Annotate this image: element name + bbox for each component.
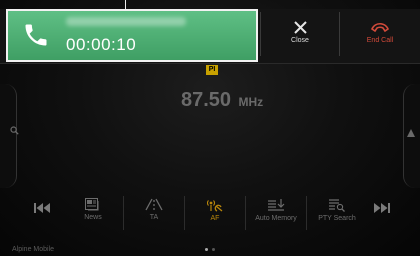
- page-dot: [212, 248, 215, 251]
- search-side-tab[interactable]: [0, 84, 17, 188]
- auto-memory-label: Auto Memory: [255, 215, 297, 222]
- close-button[interactable]: Close: [261, 9, 339, 63]
- ta-icon: [145, 198, 163, 211]
- pty-search-label: PTY Search: [318, 215, 356, 222]
- divider: [245, 196, 246, 230]
- af-icon: [207, 200, 223, 212]
- triangle-up-icon[interactable]: [407, 129, 415, 137]
- divider: [306, 196, 307, 230]
- caller-id-redacted: [66, 17, 186, 26]
- call-timer: 00:00:10: [66, 35, 137, 54]
- af-label: AF: [210, 215, 220, 222]
- callout-pointer: [125, 0, 126, 9]
- auto-memory-button[interactable]: Auto Memory: [248, 192, 304, 234]
- frequency-display: 87.50 MHz: [181, 89, 263, 112]
- ta-button[interactable]: TA: [126, 192, 182, 234]
- divider: [184, 196, 185, 230]
- news-icon: [85, 198, 99, 211]
- phone-icon: [25, 24, 47, 46]
- close-icon: [293, 21, 307, 34]
- end-call-label: End Call: [366, 37, 394, 44]
- call-banner[interactable]: 00:00:10: [6, 9, 258, 62]
- pi-badge: PI: [206, 65, 218, 75]
- pty-search-button[interactable]: PTY Search: [309, 192, 365, 234]
- news-button[interactable]: News: [65, 192, 121, 234]
- page-dot-active: [205, 248, 208, 251]
- news-label: News: [84, 214, 102, 221]
- ta-label: TA: [149, 214, 159, 221]
- af-button[interactable]: AF: [187, 192, 243, 234]
- auto-memory-icon: [268, 199, 285, 211]
- divider: [0, 63, 420, 64]
- search-icon[interactable]: [10, 126, 19, 135]
- tuner-screen: 00:00:10 Close End Call PI 87.50 MHz New…: [0, 0, 420, 256]
- frequency-value: 87.50: [181, 89, 232, 111]
- page-indicator: [205, 238, 219, 256]
- close-label: Close: [291, 37, 309, 44]
- seek-forward-button[interactable]: [374, 203, 390, 213]
- end-call-icon: [371, 22, 389, 33]
- function-bar: News TA AF Auto Memory PTY Search: [63, 192, 367, 234]
- frequency-unit: MHz: [238, 95, 264, 109]
- pty-search-icon: [329, 199, 345, 212]
- end-call-button[interactable]: End Call: [340, 9, 420, 63]
- brand-label: Alpine Mobile: [12, 246, 55, 253]
- seek-back-button[interactable]: [34, 203, 50, 213]
- divider: [123, 196, 124, 230]
